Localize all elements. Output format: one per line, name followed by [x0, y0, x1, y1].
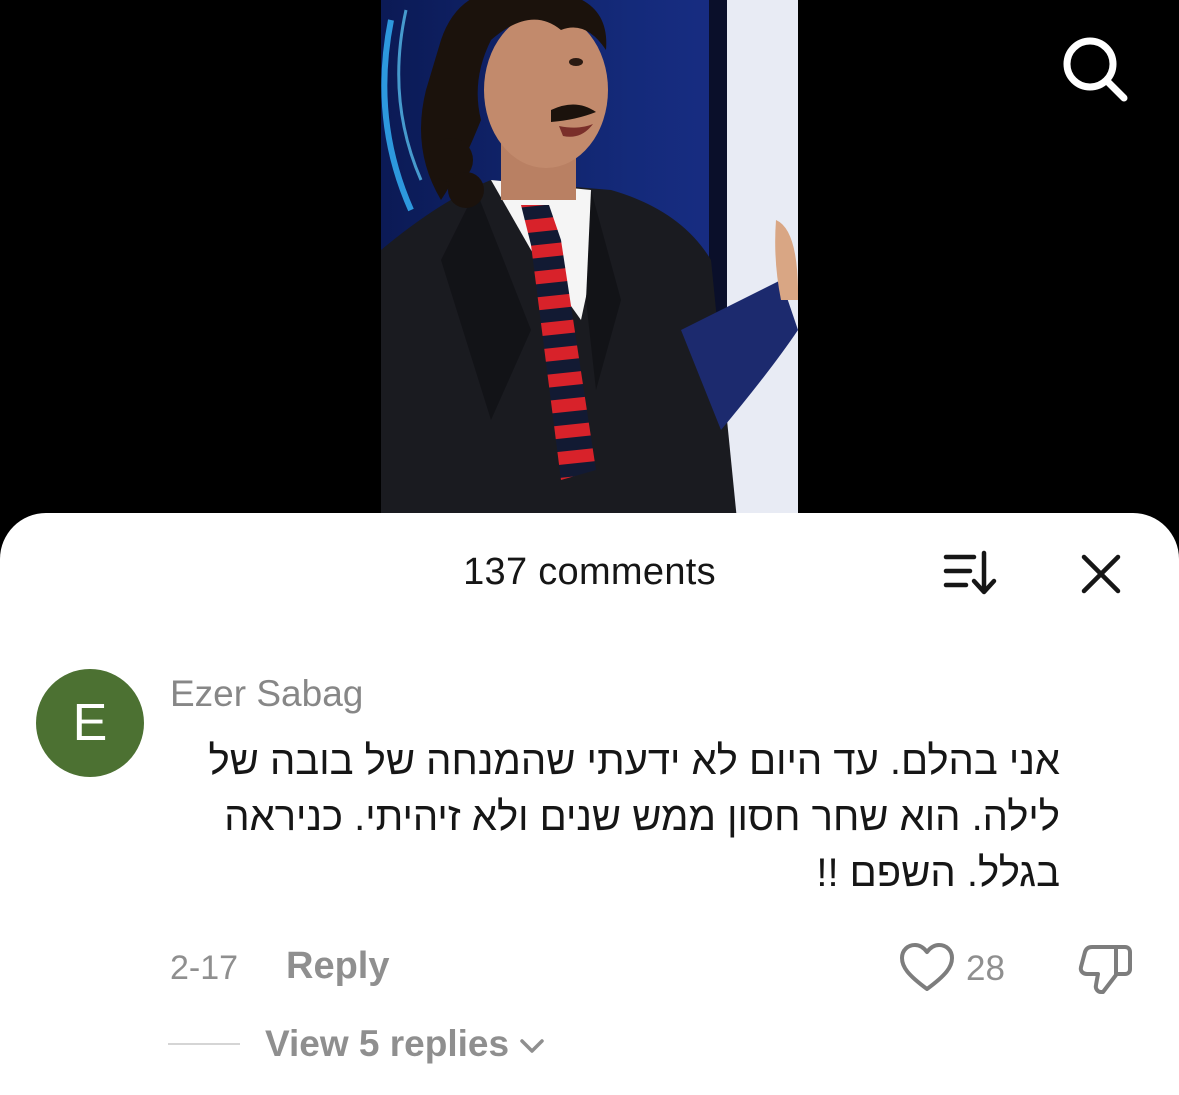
chevron-down-icon — [520, 1039, 544, 1053]
view-replies-label: View 5 replies — [265, 1023, 510, 1064]
comment-author[interactable]: Ezer Sabag — [170, 673, 363, 715]
sort-icon — [943, 550, 997, 595]
search-icon — [1063, 37, 1128, 102]
thumbs-down-icon — [1078, 945, 1132, 994]
replies-divider — [168, 1043, 240, 1045]
avatar[interactable]: E — [36, 669, 144, 777]
like-button[interactable] — [898, 941, 956, 995]
heart-icon — [900, 943, 954, 991]
video-player[interactable] — [0, 0, 1179, 560]
video-frame[interactable] — [381, 0, 798, 560]
close-button[interactable] — [1076, 549, 1126, 599]
comment-text-line: בגלל. השפם !! — [816, 851, 1060, 895]
comment-text-line: אני בהלם. עד היום לא ידעתי שהמנחה של בוב… — [208, 739, 1060, 783]
video-still-image — [381, 0, 798, 560]
reply-button[interactable]: Reply — [286, 945, 389, 988]
comment-text: אני בהלם. עד היום לא ידעתי שהמנחה של בוב… — [160, 733, 1060, 901]
comments-count-title: 137 comments — [463, 551, 716, 593]
comment-date: 2-17 — [170, 949, 239, 987]
comments-sheet: 137 comments E Ezer Sabag אני בהלם. עד ה… — [0, 513, 1179, 1095]
view-replies-button[interactable]: View 5 replies — [265, 1023, 545, 1065]
dislike-button[interactable] — [1076, 939, 1134, 997]
comment-item: E Ezer Sabag אני בהלם. עד היום לא ידעתי … — [0, 663, 1179, 1083]
like-count: 28 — [966, 949, 1005, 988]
close-icon — [1081, 554, 1121, 594]
sort-button[interactable] — [940, 549, 1000, 597]
comment-text-line: לילה. הוא שחר חסון ממש שנים ולא זיהיתי. … — [224, 795, 1060, 839]
search-button[interactable] — [1058, 32, 1132, 106]
